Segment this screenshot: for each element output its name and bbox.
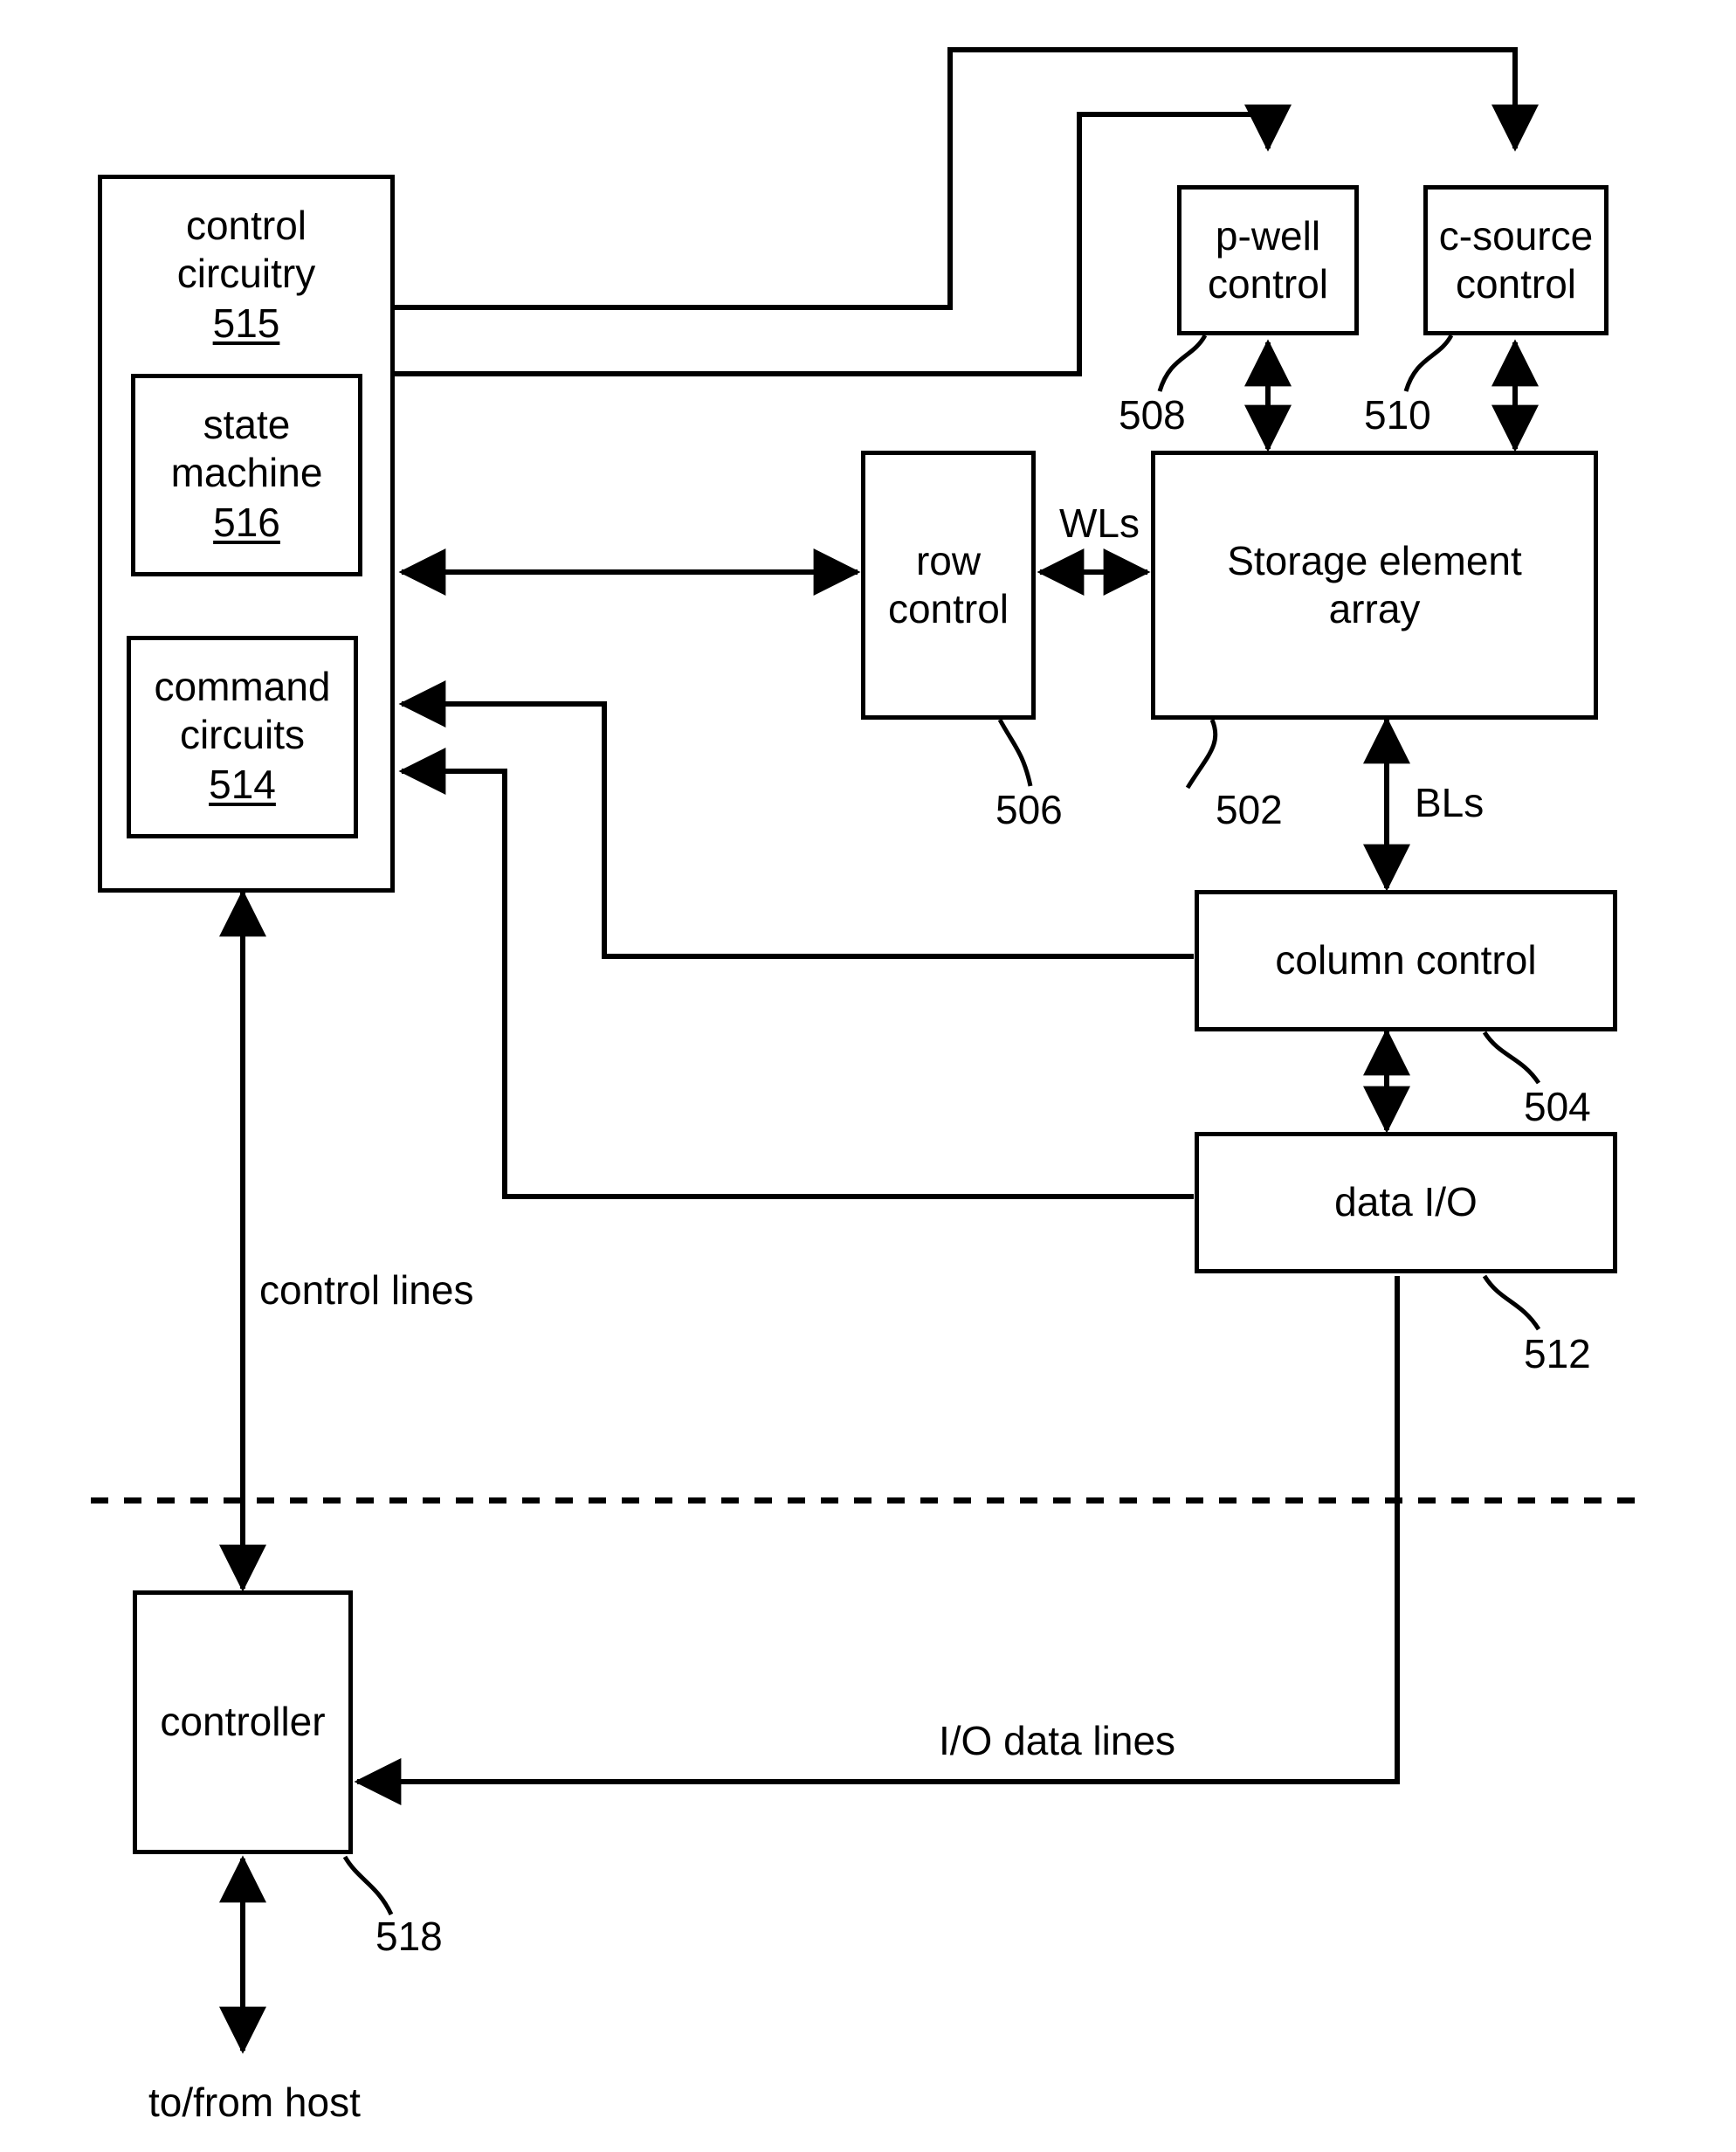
block-storage-element-array[interactable]: Storage element array [1151, 451, 1598, 720]
row-control-label-line2: control [887, 586, 1009, 631]
leader-ref-504 [1482, 1031, 1541, 1085]
label-control-lines: control lines [259, 1267, 474, 1313]
block-state-machine[interactable]: state machine 516 [131, 374, 362, 576]
command-circuits-label-line1: command [154, 663, 331, 709]
ref-numeral-510: 510 [1364, 392, 1431, 438]
state-machine-label-line1: state [203, 401, 291, 447]
data-io-label: data I/O [1334, 1179, 1478, 1225]
control-circuitry-ref: 515 [212, 300, 280, 347]
block-controller[interactable]: controller [133, 1590, 353, 1854]
ref-numeral-504: 504 [1524, 1084, 1591, 1129]
state-machine-label-line2: machine [170, 450, 323, 496]
ref-numeral-508: 508 [1119, 392, 1186, 438]
leader-ref-508 [1157, 334, 1208, 392]
command-circuits-label-line2: circuits [179, 712, 306, 758]
label-bls: BLs [1415, 780, 1485, 825]
control-circuitry-label-line1: control [185, 203, 307, 248]
ref-numeral-518: 518 [375, 1914, 443, 1959]
label-wls: WLs [1059, 500, 1140, 546]
block-command-circuits[interactable]: command circuits 514 [127, 636, 358, 838]
state-machine-ref: 516 [213, 500, 280, 546]
storage-element-array-label-line1: Storage element [1227, 537, 1522, 583]
control-circuitry-label-line2: circuitry [176, 251, 316, 297]
leader-ref-510 [1403, 334, 1454, 392]
label-to-from-host: to/from host [148, 2080, 361, 2125]
ref-numeral-512: 512 [1524, 1331, 1591, 1376]
c-source-control-label-line1: c-source [1438, 212, 1594, 259]
connector-io-data-lines [354, 1276, 1400, 1805]
leader-ref-512 [1482, 1274, 1541, 1331]
p-well-control-label-line2: control [1207, 261, 1329, 307]
block-diagram-canvas: control circuitry 515 state machine 516 … [0, 0, 1736, 2152]
leader-ref-518 [342, 1855, 394, 1916]
ref-numeral-502: 502 [1216, 787, 1283, 832]
leader-ref-506 [997, 718, 1033, 787]
row-control-label-line1: row [915, 537, 982, 583]
block-p-well-control[interactable]: p-well control [1177, 185, 1359, 335]
column-control-label: column control [1275, 937, 1537, 983]
connector-column-control-to-command-circuits [398, 680, 1194, 959]
block-column-control[interactable]: column control [1195, 890, 1617, 1031]
leader-ref-502 [1185, 719, 1218, 790]
c-source-control-label-line2: control [1455, 261, 1577, 307]
controller-label: controller [160, 1699, 326, 1745]
storage-element-array-label-line2: array [1328, 586, 1421, 631]
connector-control-to-p-well [395, 104, 1292, 376]
p-well-control-label-line1: p-well [1215, 212, 1321, 259]
command-circuits-ref: 514 [209, 762, 276, 808]
block-row-control[interactable]: row control [861, 451, 1036, 720]
block-data-io[interactable]: data I/O [1195, 1132, 1617, 1273]
ref-numeral-506: 506 [995, 787, 1063, 832]
block-c-source-control[interactable]: c-source control [1423, 185, 1609, 335]
connector-data-io-to-command-circuits [398, 748, 1194, 1199]
label-io-data-lines: I/O data lines [939, 1718, 1176, 1763]
